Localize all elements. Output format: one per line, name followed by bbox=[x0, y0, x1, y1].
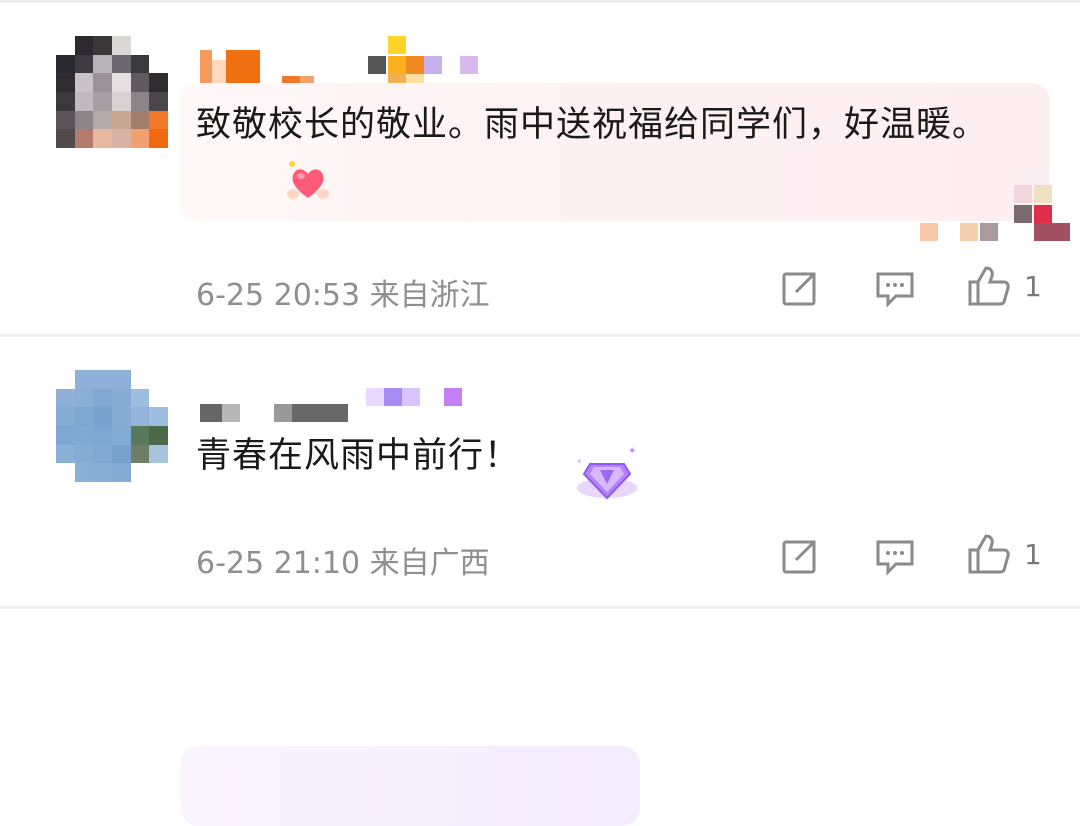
comment-item: 青春在风雨中前行！ ✦ ✦ 6-25 21:10 来自广西 1 bbox=[0, 334, 1080, 826]
user-badge-icon bbox=[366, 388, 466, 408]
thumbs-up-icon bbox=[966, 532, 1012, 576]
comment-location: 来自广西 bbox=[369, 546, 490, 581]
comment-icon bbox=[874, 536, 916, 576]
comment-bubble bbox=[180, 746, 640, 826]
thumbs-up-icon bbox=[966, 264, 1012, 308]
comment-text: 青春在风雨中前行！ bbox=[196, 436, 521, 476]
share-icon bbox=[780, 268, 820, 308]
share-button[interactable] bbox=[780, 536, 820, 576]
svg-text:✦: ✦ bbox=[576, 457, 583, 466]
comment-meta: 6-25 20:53 来自浙江 bbox=[196, 270, 490, 314]
like-button[interactable]: 1 bbox=[966, 264, 1042, 308]
purple-gem-icon: ✦ ✦ bbox=[570, 444, 644, 512]
comment-location: 来自浙江 bbox=[369, 278, 490, 313]
comment-icon bbox=[874, 268, 916, 308]
comment-button[interactable] bbox=[874, 268, 916, 308]
like-count: 1 bbox=[1024, 537, 1042, 571]
comment-date: 6-25 20:53 bbox=[196, 278, 361, 313]
svg-text:✦: ✦ bbox=[628, 446, 636, 457]
bottom-divider bbox=[0, 606, 1080, 609]
avatar[interactable] bbox=[56, 36, 168, 148]
comment-date: 6-25 21:10 bbox=[196, 546, 361, 581]
avatar[interactable] bbox=[56, 370, 168, 482]
comment-meta: 6-25 21:10 来自广西 bbox=[196, 538, 490, 582]
comment-button[interactable] bbox=[874, 536, 916, 576]
bubble-corner-decoration bbox=[920, 185, 1070, 243]
comment-item: 致敬校长的敬业。雨中送祝福给同学们，好温暖。 6-25 20:53 来自浙江 1 bbox=[0, 0, 1080, 334]
like-count: 1 bbox=[1024, 269, 1042, 303]
like-button[interactable]: 1 bbox=[966, 532, 1042, 576]
heart-in-hands-icon bbox=[284, 158, 332, 210]
share-button[interactable] bbox=[780, 268, 820, 308]
username[interactable] bbox=[200, 382, 348, 422]
share-icon bbox=[780, 536, 820, 576]
comment-text: 致敬校长的敬业。雨中送祝福给同学们，好温暖。 bbox=[196, 105, 989, 145]
